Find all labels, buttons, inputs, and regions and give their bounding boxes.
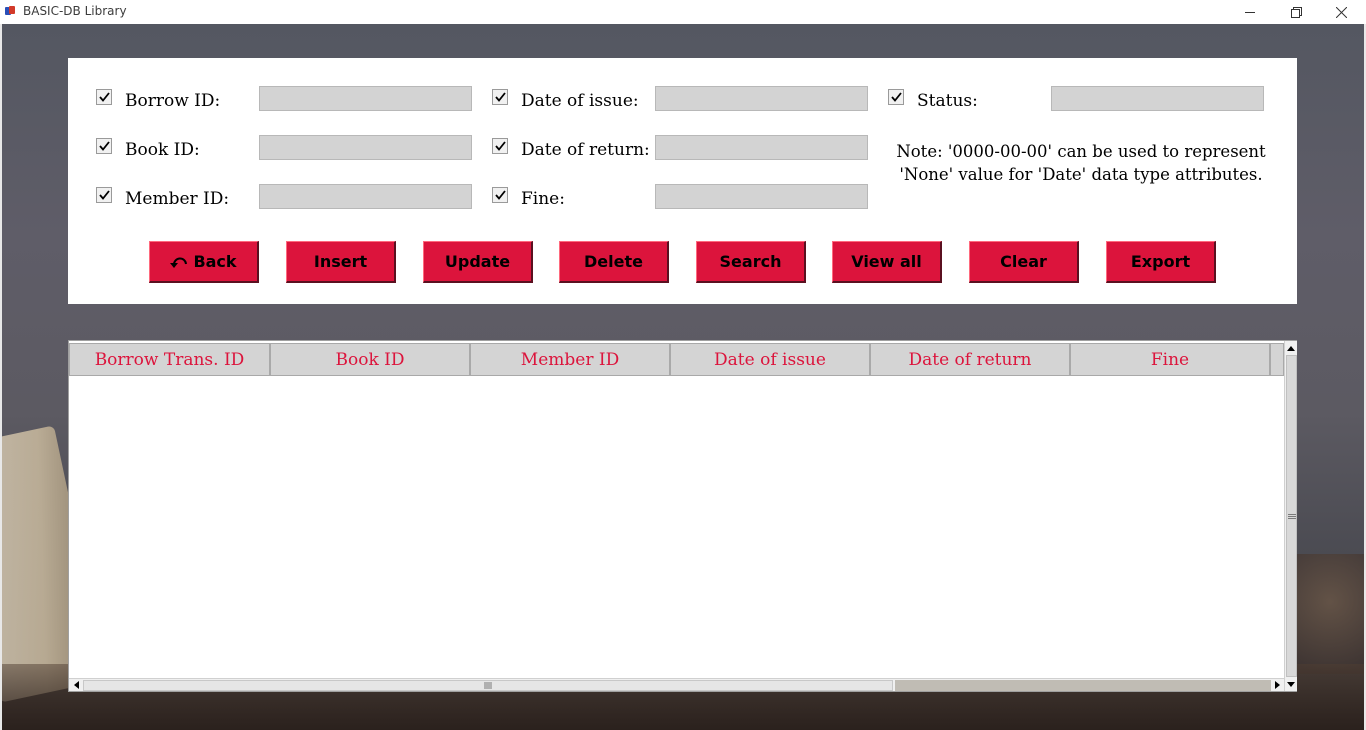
horizontal-scrollbar[interactable] bbox=[69, 678, 1284, 691]
book-id-checkbox[interactable] bbox=[96, 138, 112, 154]
app-icon bbox=[5, 6, 16, 16]
restore-button[interactable] bbox=[1273, 0, 1319, 24]
checkmark-icon bbox=[494, 190, 506, 200]
results-table[interactable]: Borrow Trans. ID Book ID Member ID Date … bbox=[68, 340, 1297, 692]
minimize-button[interactable] bbox=[1227, 0, 1273, 24]
insert-button-label: Insert bbox=[313, 252, 368, 271]
date-of-return-checkbox[interactable] bbox=[492, 138, 508, 154]
member-id-label: Member ID: bbox=[125, 189, 230, 209]
borrow-id-field[interactable] bbox=[259, 86, 472, 111]
status-field[interactable] bbox=[1051, 86, 1264, 111]
back-button[interactable]: Back bbox=[149, 241, 259, 283]
table-header: Borrow Trans. ID Book ID Member ID Date … bbox=[69, 343, 1284, 376]
date-of-issue-checkbox[interactable] bbox=[492, 89, 508, 105]
close-button[interactable] bbox=[1318, 0, 1364, 24]
borrow-id-checkbox[interactable] bbox=[96, 89, 112, 105]
close-icon bbox=[1335, 6, 1347, 18]
date-of-return-field[interactable] bbox=[655, 135, 868, 160]
vertical-scroll-thumb[interactable] bbox=[1286, 355, 1297, 677]
fine-field[interactable] bbox=[655, 184, 868, 209]
status-label: Status: bbox=[917, 91, 978, 111]
borrow-id-label: Borrow ID: bbox=[125, 91, 221, 111]
checkmark-icon bbox=[890, 92, 902, 102]
checkmark-icon bbox=[98, 141, 110, 151]
horizontal-scroll-thumb[interactable] bbox=[83, 680, 893, 691]
restore-icon bbox=[1290, 6, 1302, 18]
undo-arrow-icon bbox=[170, 257, 188, 268]
export-button-label: Export bbox=[1130, 252, 1191, 271]
horizontal-scroll-track[interactable] bbox=[895, 680, 1271, 691]
member-id-checkbox[interactable] bbox=[96, 187, 112, 203]
search-button-label: Search bbox=[719, 252, 782, 271]
fine-label: Fine: bbox=[521, 189, 565, 209]
column-header-member-id[interactable]: Member ID bbox=[470, 343, 670, 376]
date-of-issue-field[interactable] bbox=[655, 86, 868, 111]
scroll-right-arrow-icon[interactable] bbox=[1271, 679, 1283, 691]
scroll-left-arrow-icon[interactable] bbox=[70, 679, 82, 691]
search-button[interactable]: Search bbox=[696, 241, 806, 283]
window-title: BASIC-DB Library bbox=[23, 4, 127, 18]
member-id-field[interactable] bbox=[259, 184, 472, 209]
vertical-scrollbar[interactable] bbox=[1284, 341, 1297, 691]
scroll-up-arrow-icon[interactable] bbox=[1285, 342, 1297, 354]
scroll-down-arrow-icon[interactable] bbox=[1285, 678, 1297, 690]
minimize-icon bbox=[1245, 12, 1255, 13]
column-header-overflow bbox=[1270, 343, 1284, 376]
date-of-return-label: Date of return: bbox=[521, 140, 650, 160]
book-id-label: Book ID: bbox=[125, 140, 200, 160]
clear-button-label: Clear bbox=[1000, 252, 1047, 271]
column-header-date-of-return[interactable]: Date of return bbox=[870, 343, 1070, 376]
update-button-label: Update bbox=[444, 252, 511, 271]
column-header-date-of-issue[interactable]: Date of issue bbox=[670, 343, 870, 376]
clear-button[interactable]: Clear bbox=[969, 241, 1079, 283]
view-all-button[interactable]: View all bbox=[832, 241, 942, 283]
column-header-fine[interactable]: Fine bbox=[1070, 343, 1270, 376]
checkmark-icon bbox=[98, 92, 110, 102]
fine-checkbox[interactable] bbox=[492, 187, 508, 203]
date-of-issue-label: Date of issue: bbox=[521, 91, 639, 111]
date-format-note: Note: '0000-00-00' can be used to repres… bbox=[896, 142, 1266, 184]
insert-button[interactable]: Insert bbox=[286, 241, 396, 283]
column-header-borrow-trans-id[interactable]: Borrow Trans. ID bbox=[69, 343, 270, 376]
checkmark-icon bbox=[494, 92, 506, 102]
checkmark-icon bbox=[494, 141, 506, 151]
export-button[interactable]: Export bbox=[1106, 241, 1216, 283]
status-checkbox[interactable] bbox=[888, 89, 904, 105]
column-header-book-id[interactable]: Book ID bbox=[270, 343, 470, 376]
back-button-label: Back bbox=[193, 252, 237, 271]
update-button[interactable]: Update bbox=[423, 241, 533, 283]
delete-button[interactable]: Delete bbox=[559, 241, 669, 283]
checkmark-icon bbox=[98, 190, 110, 200]
form-panel: Borrow ID: Book ID: Member ID: Date of i… bbox=[68, 58, 1297, 304]
view-all-button-label: View all bbox=[851, 252, 922, 271]
book-id-field[interactable] bbox=[259, 135, 472, 160]
title-bar: BASIC-DB Library bbox=[0, 0, 1366, 24]
delete-button-label: Delete bbox=[584, 252, 643, 271]
